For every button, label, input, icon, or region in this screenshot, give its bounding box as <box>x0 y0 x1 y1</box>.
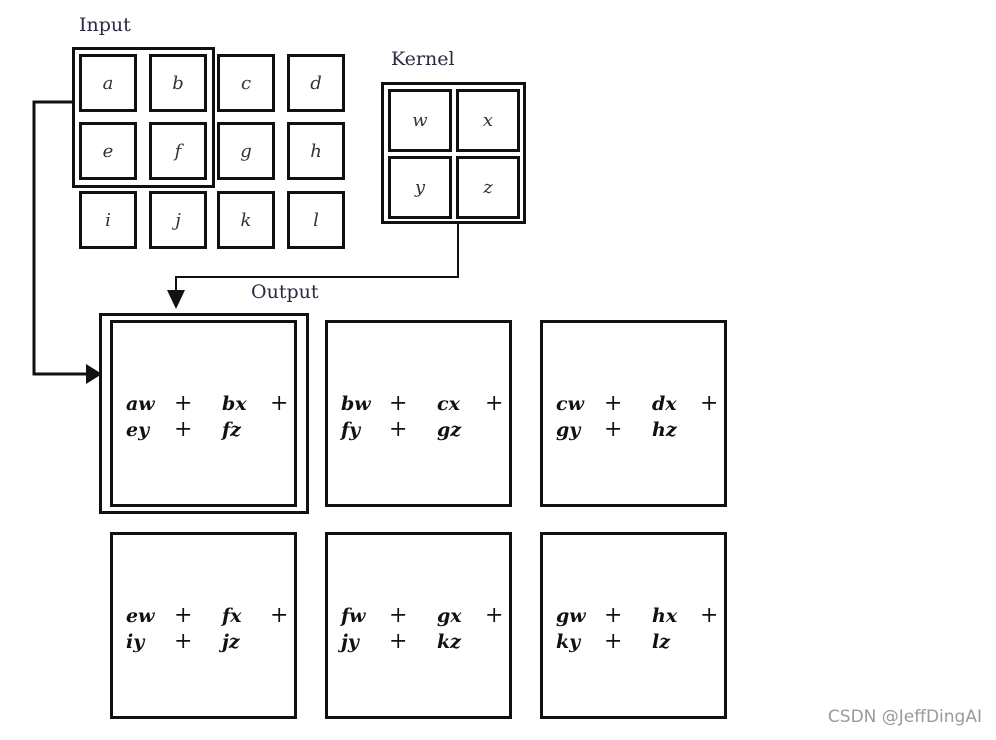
output-box-2: bw + cx + fy + gz <box>325 320 512 507</box>
product-term: aw <box>126 393 155 415</box>
plus-operator: + <box>389 629 408 654</box>
plus-operator: + <box>174 391 193 416</box>
plus-operator: + <box>270 391 289 416</box>
plus-operator: + <box>389 391 408 416</box>
plus-operator <box>270 629 318 655</box>
product-term: dx <box>652 393 677 415</box>
plus-operator <box>270 417 318 443</box>
product-term: jz <box>222 631 240 653</box>
product-term: kz <box>437 631 461 653</box>
input-receptive-field-highlight <box>72 47 215 188</box>
plus-operator: + <box>174 417 193 442</box>
output-expression: aw + bx + ey + fz <box>126 391 318 443</box>
plus-operator: + <box>174 629 193 654</box>
plus-operator <box>700 629 748 655</box>
kernel-arrowhead <box>167 290 185 309</box>
product-term: fy <box>341 419 361 441</box>
output-expression: gw + hx + ky + lz <box>556 603 748 655</box>
output-expression: bw + cx + fy + gz <box>341 391 533 443</box>
product-term: cw <box>556 393 584 415</box>
plus-operator: + <box>700 603 719 628</box>
output-box-4: ew + fx + iy + jz <box>110 532 297 719</box>
plus-operator: + <box>485 391 504 416</box>
output-expression: ew + fx + iy + jz <box>126 603 318 655</box>
input-cell-i: i <box>79 191 137 249</box>
plus-operator: + <box>604 603 623 628</box>
product-term: ey <box>126 419 150 441</box>
input-cell-j: j <box>149 191 207 249</box>
plus-operator: + <box>604 629 623 654</box>
product-term: fw <box>341 605 366 627</box>
product-term: bw <box>341 393 371 415</box>
output-box-5: fw + gx + jy + kz <box>325 532 512 719</box>
product-term: ky <box>556 631 581 653</box>
plus-operator: + <box>700 391 719 416</box>
kernel-cell-z: z <box>456 156 520 219</box>
plus-operator <box>485 629 533 655</box>
product-term: gy <box>556 419 581 441</box>
product-term: gw <box>556 605 586 627</box>
input-cell-k: k <box>217 191 275 249</box>
product-term: gz <box>437 419 462 441</box>
input-cell-g: g <box>217 122 275 180</box>
plus-operator: + <box>174 603 193 628</box>
plus-operator: + <box>485 603 504 628</box>
plus-operator: + <box>270 603 289 628</box>
input-cell-l: l <box>287 191 345 249</box>
output-box-1: aw + bx + ey + fz <box>110 320 297 507</box>
product-term: fx <box>222 605 242 627</box>
product-term: gx <box>437 605 462 627</box>
plus-operator: + <box>604 391 623 416</box>
product-term: fz <box>222 419 241 441</box>
watermark: CSDN @JeffDingAI <box>827 707 982 727</box>
plus-operator <box>700 417 748 443</box>
kernel-cell-w: w <box>388 89 452 152</box>
plus-operator: + <box>389 417 408 442</box>
output-label: Output <box>251 281 319 303</box>
plus-operator: + <box>604 417 623 442</box>
product-term: cx <box>437 393 460 415</box>
output-box-6: gw + hx + ky + lz <box>540 532 727 719</box>
output-expression: fw + gx + jy + kz <box>341 603 533 655</box>
output-expression: cw + dx + gy + hz <box>556 391 748 443</box>
plus-operator: + <box>389 603 408 628</box>
product-term: hx <box>652 605 678 627</box>
input-cell-d: d <box>287 54 345 112</box>
product-term: iy <box>126 631 145 653</box>
product-term: hz <box>652 419 677 441</box>
output-box-3: cw + dx + gy + hz <box>540 320 727 507</box>
input-label: Input <box>79 14 131 36</box>
kernel-cell-x: x <box>456 89 520 152</box>
kernel-cell-y: y <box>388 156 452 219</box>
kernel-label: Kernel <box>391 48 455 70</box>
product-term: bx <box>222 393 247 415</box>
input-cell-c: c <box>217 54 275 112</box>
plus-operator <box>485 417 533 443</box>
input-cell-h: h <box>287 122 345 180</box>
product-term: ew <box>126 605 155 627</box>
product-term: lz <box>652 631 671 653</box>
product-term: jy <box>341 631 359 653</box>
